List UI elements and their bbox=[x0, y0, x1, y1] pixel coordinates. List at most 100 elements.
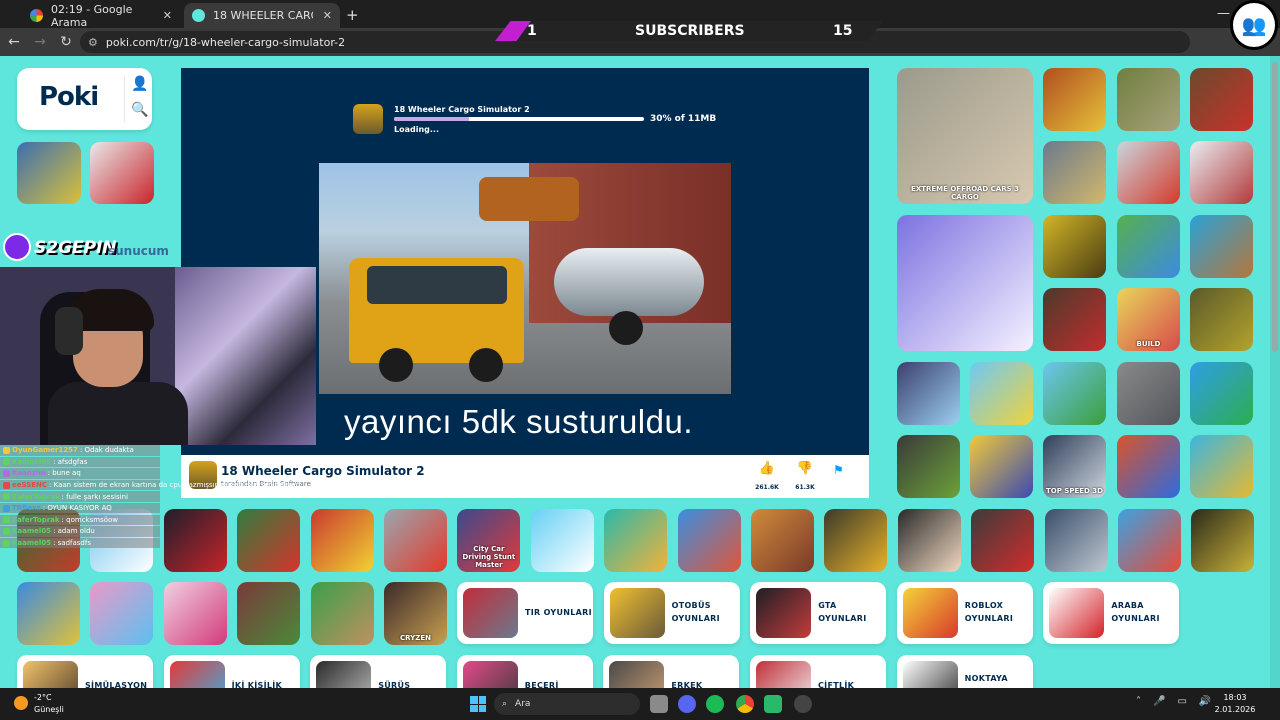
game-tile[interactable] bbox=[90, 582, 154, 645]
dislike-icon[interactable]: 👎 bbox=[791, 461, 819, 476]
obs-icon[interactable] bbox=[794, 695, 812, 713]
webcam-body bbox=[48, 382, 188, 445]
taskbar-search[interactable]: ⌕ Ara bbox=[494, 693, 640, 715]
taskbar-clock[interactable]: 18:03 2.01.2026 bbox=[1200, 692, 1270, 716]
tab-close-icon[interactable]: ✕ bbox=[323, 9, 332, 22]
game-tile[interactable] bbox=[1118, 509, 1181, 572]
game-tile[interactable] bbox=[1117, 435, 1180, 498]
like-icon[interactable]: 👍 bbox=[753, 461, 781, 476]
game-tile[interactable] bbox=[90, 142, 154, 204]
chevron-up-icon[interactable]: ˄ bbox=[1136, 696, 1141, 707]
category-link[interactable]: ROBLOX OYUNLARI bbox=[896, 582, 1033, 644]
category-link[interactable]: İKİ KİŞİLİK bbox=[163, 655, 300, 688]
page-scrollbar[interactable] bbox=[1270, 56, 1280, 688]
report-flag-icon[interactable]: ⚑ bbox=[833, 463, 844, 477]
game-tile[interactable] bbox=[163, 582, 227, 645]
game-tile[interactable] bbox=[677, 509, 741, 572]
game-tile[interactable] bbox=[824, 509, 888, 572]
taskbar-search-placeholder: Ara bbox=[515, 699, 531, 709]
loading-percent: 30% of 11MB bbox=[650, 114, 717, 124]
game-tile[interactable] bbox=[971, 509, 1035, 572]
game-tile[interactable] bbox=[384, 509, 447, 572]
game-tile[interactable] bbox=[1043, 141, 1106, 204]
site-info-icon[interactable]: ⚙ bbox=[88, 36, 98, 49]
tab-poki-game[interactable]: 18 WHEELER CARGO SIMULATOR ✕ bbox=[184, 3, 340, 28]
game-tile[interactable] bbox=[1190, 362, 1253, 425]
game-tile[interactable] bbox=[310, 582, 374, 645]
category-link[interactable]: ERKEK bbox=[603, 655, 740, 688]
weather-icon[interactable] bbox=[14, 696, 28, 710]
game-tile[interactable] bbox=[1043, 288, 1106, 351]
tab-google-search[interactable]: 02:19 - Google Arama ✕ bbox=[22, 3, 180, 29]
search-icon[interactable]: 🔍 bbox=[131, 102, 148, 118]
task-view-icon[interactable] bbox=[650, 695, 668, 713]
category-link[interactable]: ÇİFTLİK bbox=[750, 655, 886, 688]
game-tile[interactable] bbox=[897, 435, 960, 498]
game-tile[interactable] bbox=[17, 142, 81, 204]
game-tile[interactable]: EXTREME OFFROAD CARS 3 CARGO bbox=[897, 68, 1033, 204]
game-tile[interactable] bbox=[1191, 509, 1255, 572]
category-link[interactable]: GTA OYUNLARI bbox=[750, 582, 887, 644]
app-icon[interactable] bbox=[764, 695, 782, 713]
game-tile[interactable] bbox=[751, 509, 814, 572]
game-tile[interactable] bbox=[163, 509, 227, 572]
category-link[interactable]: TIR OYUNLARI bbox=[457, 582, 593, 644]
game-tile[interactable] bbox=[1190, 215, 1253, 278]
game-tile[interactable] bbox=[1117, 362, 1180, 425]
game-tile[interactable] bbox=[970, 362, 1033, 425]
microphone-icon[interactable]: 🎤 bbox=[1153, 696, 1165, 707]
forward-icon[interactable]: → bbox=[28, 34, 52, 50]
game-tile[interactable]: TOP SPEED 3D bbox=[1043, 435, 1106, 498]
game-tile[interactable] bbox=[17, 582, 80, 645]
game-tile[interactable]: City Car Driving Stunt Master bbox=[457, 509, 521, 572]
game-tile[interactable] bbox=[1043, 68, 1106, 131]
category-link[interactable]: ARABA OYUNLARI bbox=[1043, 582, 1180, 644]
category-link[interactable]: OTOBÜS OYUNLARI bbox=[603, 582, 740, 644]
start-button[interactable] bbox=[470, 696, 486, 712]
discord-icon[interactable] bbox=[678, 695, 696, 713]
poki-logo[interactable]: Poki bbox=[39, 82, 99, 112]
tab-close-icon[interactable]: ✕ bbox=[163, 9, 172, 22]
game-tile[interactable] bbox=[897, 215, 1033, 351]
category-link[interactable]: NOKTAYA TIKLAMA bbox=[896, 655, 1033, 688]
category-link[interactable]: SİMÜLASYON bbox=[17, 655, 153, 688]
chat-nick: Kaamel05 bbox=[12, 457, 52, 466]
game-tile[interactable] bbox=[1043, 362, 1106, 425]
category-link[interactable]: SÜRÜŞ bbox=[310, 655, 447, 688]
network-icon[interactable]: ▭ bbox=[1177, 696, 1186, 707]
new-tab-icon[interactable]: + bbox=[346, 6, 359, 24]
scrollbar-thumb[interactable] bbox=[1272, 62, 1278, 352]
game-tile[interactable] bbox=[1117, 141, 1180, 204]
game-tile[interactable] bbox=[237, 582, 301, 645]
game-tile[interactable] bbox=[1117, 68, 1180, 131]
game-tile[interactable] bbox=[1043, 215, 1106, 278]
spotify-icon[interactable] bbox=[706, 695, 724, 713]
game-tile[interactable] bbox=[1044, 509, 1108, 572]
chat-badge-icon bbox=[3, 481, 10, 489]
game-tile[interactable] bbox=[237, 509, 301, 572]
minimize-icon[interactable]: — bbox=[1217, 6, 1230, 21]
game-tile[interactable] bbox=[1190, 68, 1253, 131]
user-icon[interactable]: 👤 bbox=[131, 76, 148, 92]
game-tile[interactable] bbox=[1190, 141, 1253, 204]
game-tile-title: BUILD bbox=[1136, 340, 1161, 348]
game-tile[interactable] bbox=[1117, 215, 1180, 278]
stream-muted-message: yayıncı 5dk susturuldu. bbox=[344, 403, 694, 440]
game-tile[interactable] bbox=[897, 509, 961, 572]
like-count: 261.6K bbox=[755, 484, 779, 491]
game-tile[interactable]: CRYZEN bbox=[384, 582, 447, 645]
game-tile[interactable] bbox=[970, 435, 1033, 498]
game-tile[interactable] bbox=[310, 509, 374, 572]
game-tile[interactable] bbox=[530, 509, 594, 572]
category-link[interactable]: BECERİ bbox=[456, 655, 593, 688]
reload-icon[interactable]: ↻ bbox=[54, 34, 78, 50]
chrome-icon[interactable] bbox=[736, 695, 754, 713]
game-tile[interactable] bbox=[1190, 435, 1253, 498]
back-icon[interactable]: ← bbox=[2, 34, 26, 50]
game-tile[interactable]: BUILD bbox=[1117, 288, 1180, 351]
game-tile[interactable] bbox=[1190, 288, 1253, 351]
category-label: SÜRÜŞ bbox=[378, 680, 411, 688]
game-tile[interactable] bbox=[897, 362, 960, 425]
game-tile[interactable] bbox=[604, 509, 668, 572]
category-label: ÇİFTLİK bbox=[818, 680, 855, 688]
